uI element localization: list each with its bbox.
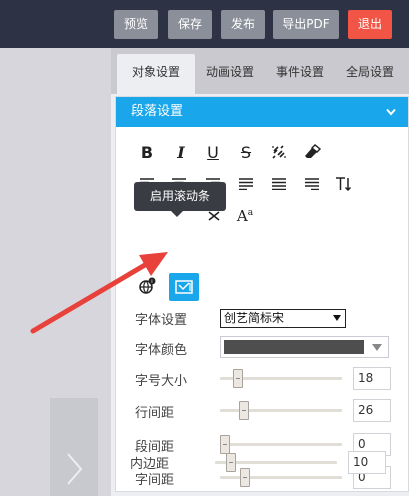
tab-event-settings[interactable]: 事件设置 bbox=[265, 54, 335, 94]
settings-panel: 对象设置 动画设置 事件设置 全局设置 段落设置 B I U S A a i 字… bbox=[111, 48, 409, 496]
tab-animation-settings[interactable]: 动画设置 bbox=[195, 54, 265, 94]
settings-tabs: 对象设置 动画设置 事件设置 全局设置 bbox=[111, 48, 409, 94]
line-height-input[interactable]: 26 bbox=[353, 399, 391, 422]
bold-icon[interactable]: B bbox=[136, 141, 158, 163]
line-height-icon[interactable] bbox=[334, 173, 356, 195]
font-color-swatch bbox=[224, 340, 364, 354]
chevron-down-icon bbox=[386, 108, 396, 116]
justify-left-icon[interactable] bbox=[235, 173, 257, 195]
underline-icon[interactable]: U bbox=[202, 141, 224, 163]
letter-spacing-slider[interactable] bbox=[220, 468, 342, 487]
section-title: 段落设置 bbox=[131, 104, 184, 119]
section-header[interactable]: 段落设置 bbox=[116, 97, 408, 127]
panel-collapse-handle[interactable] bbox=[50, 398, 98, 496]
justify-icon[interactable] bbox=[268, 173, 290, 195]
italic-icon[interactable]: I bbox=[170, 141, 192, 163]
chevron-down-icon bbox=[333, 315, 341, 321]
font-color-label: 字体颜色 bbox=[135, 343, 188, 358]
scroll-text-icon[interactable] bbox=[169, 273, 199, 301]
slider-handle[interactable] bbox=[240, 468, 251, 487]
font-size-input[interactable]: 18 bbox=[353, 367, 391, 390]
font-family-select[interactable]: 创艺简标宋 bbox=[220, 309, 346, 328]
tab-object-settings[interactable]: 对象设置 bbox=[117, 54, 195, 94]
font-size-label: 字号大小 bbox=[135, 374, 188, 389]
export-pdf-button[interactable]: 导出PDF bbox=[273, 10, 339, 39]
publish-button[interactable]: 发布 bbox=[221, 10, 265, 39]
slider-handle[interactable] bbox=[233, 369, 244, 388]
eraser-icon[interactable] bbox=[301, 141, 323, 163]
justify-right-icon[interactable] bbox=[301, 173, 323, 195]
line-height-slider[interactable] bbox=[220, 401, 342, 420]
font-family-label: 字体设置 bbox=[135, 313, 188, 328]
preview-button[interactable]: 预览 bbox=[114, 10, 158, 39]
chevron-down-icon bbox=[372, 344, 382, 351]
padding-input[interactable]: 10 bbox=[348, 451, 386, 474]
slider-handle[interactable] bbox=[226, 453, 237, 472]
font-family-value: 创艺简标宋 bbox=[224, 311, 285, 325]
paragraph-settings-section: 段落设置 B I U S A a i 字体设置 创艺简标宋 字体颜色 字号大小 … bbox=[115, 96, 409, 492]
exit-button[interactable]: 退出 bbox=[348, 10, 392, 39]
paragraph-spacing-slider[interactable] bbox=[220, 435, 342, 454]
padding-slider[interactable] bbox=[215, 453, 337, 472]
chevron-right-icon bbox=[67, 453, 83, 485]
slider-handle[interactable] bbox=[220, 435, 230, 454]
unlink-icon[interactable] bbox=[268, 141, 290, 163]
font-size-icon[interactable]: Aa bbox=[234, 205, 256, 227]
tab-global-settings[interactable]: 全局设置 bbox=[335, 54, 405, 94]
padding-label: 内边距 bbox=[130, 457, 170, 472]
font-size-slider[interactable] bbox=[220, 369, 342, 388]
tooltip: 启用滚动条 bbox=[134, 182, 226, 217]
line-height-label: 行间距 bbox=[135, 406, 175, 421]
slider-handle[interactable] bbox=[239, 401, 250, 420]
font-color-picker[interactable] bbox=[220, 336, 389, 358]
strikethrough-icon[interactable]: S bbox=[235, 141, 257, 163]
svg-text:i: i bbox=[151, 279, 152, 285]
top-toolbar: 预览 保存 发布 导出PDF 退出 bbox=[0, 0, 409, 48]
save-button[interactable]: 保存 bbox=[168, 10, 212, 39]
world-icon[interactable]: i bbox=[136, 275, 158, 297]
